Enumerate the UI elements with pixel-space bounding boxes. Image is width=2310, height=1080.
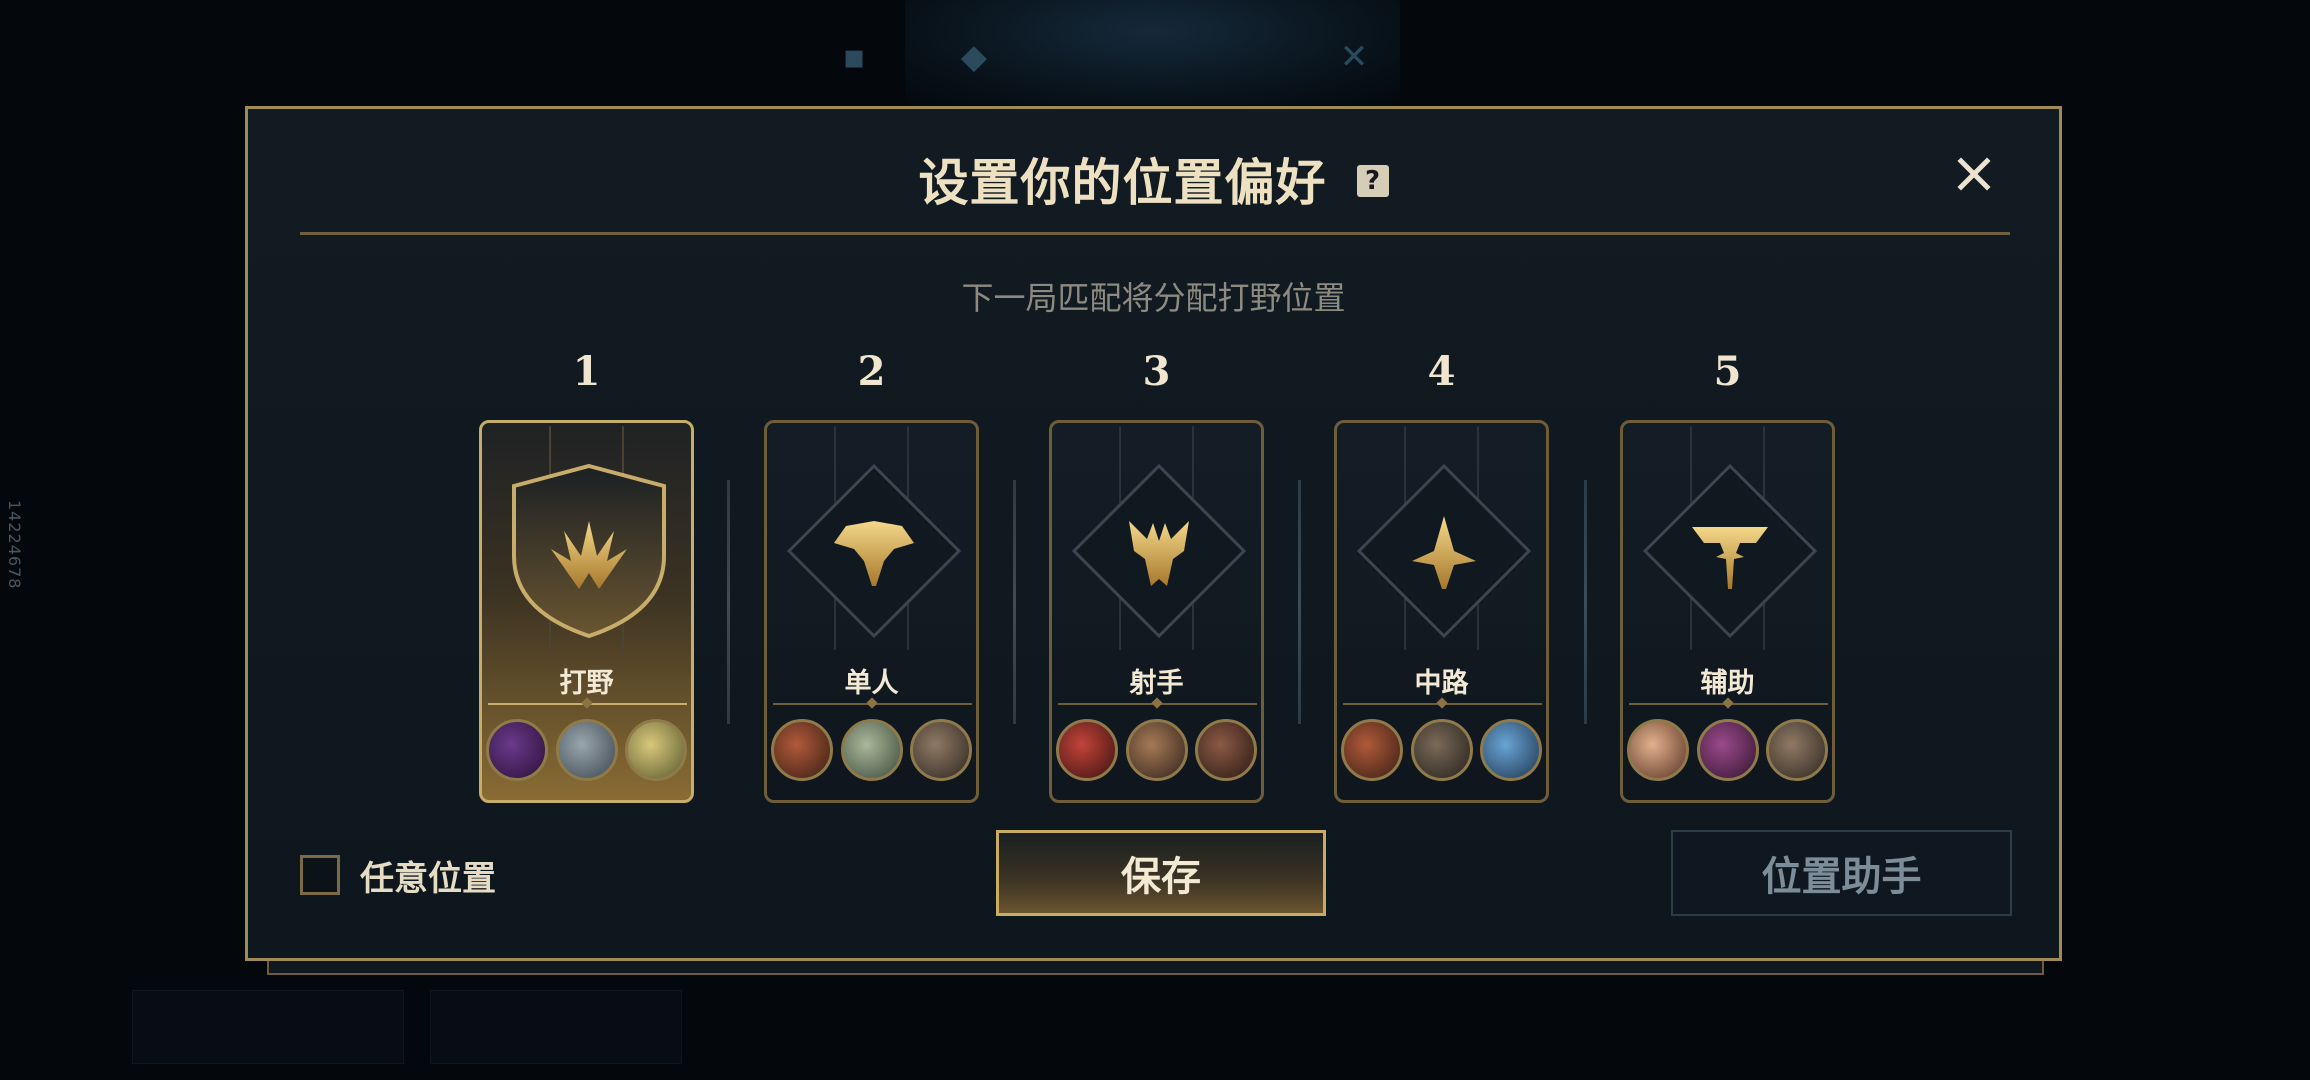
background-bottom-bar-2: [430, 990, 682, 1064]
champion-list: [486, 719, 687, 783]
slot-rank: 3: [1142, 348, 1171, 395]
role-name: 中路: [1414, 668, 1469, 699]
champion-avatar[interactable]: [840, 719, 903, 781]
top-lane-icon: [786, 463, 962, 639]
mid-lane-icon: [1356, 463, 1532, 639]
background-close-icon: ✕: [1339, 37, 1369, 77]
champion-list: [1341, 719, 1542, 783]
champion-avatar[interactable]: [1125, 719, 1188, 781]
champion-avatar[interactable]: [625, 719, 687, 781]
position-slot-5[interactable]: 5 辅助: [1620, 348, 1835, 803]
champion-avatar[interactable]: [771, 719, 833, 781]
position-slot-3[interactable]: 3 射手: [1049, 348, 1264, 803]
role-card-mid[interactable]: 中路: [1334, 420, 1549, 803]
slot-divider: [1298, 480, 1301, 724]
champion-list: [1627, 719, 1828, 783]
title-divider: [300, 232, 2010, 235]
background-lock-icon: ▪: [842, 37, 866, 77]
title-row: 设置你的位置偏好 ?: [248, 139, 2059, 219]
background-bottom-bar: [132, 990, 404, 1064]
save-button[interactable]: 保存: [996, 830, 1326, 916]
champion-list: [1056, 719, 1257, 783]
champion-avatar[interactable]: [1195, 719, 1257, 781]
position-assistant-button[interactable]: 位置助手: [1671, 830, 2012, 916]
any-position-label: 任意位置: [360, 858, 496, 899]
slot-rank: 4: [1427, 348, 1456, 395]
help-icon[interactable]: ?: [1356, 165, 1389, 197]
role-card-support[interactable]: 辅助: [1620, 420, 1835, 803]
champion-avatar[interactable]: [1696, 719, 1759, 781]
slot-rank: 5: [1713, 348, 1742, 395]
slot-rank: 2: [857, 348, 886, 395]
any-position-checkbox[interactable]: [300, 855, 340, 895]
close-icon: [1957, 157, 1991, 191]
champion-avatar[interactable]: [1056, 719, 1118, 781]
background-left-icon: ◆: [960, 37, 988, 77]
support-icon: [1642, 463, 1818, 639]
modal-base-strip: [267, 959, 2044, 975]
dialog-title: 设置你的位置偏好: [918, 154, 1327, 212]
slot-divider: [1013, 480, 1016, 724]
position-slot-1[interactable]: 1 打野: [479, 348, 694, 803]
champion-avatar[interactable]: [1480, 719, 1542, 781]
assignment-hint: 下一局匹配将分配打野位置: [961, 279, 1346, 317]
champion-avatar[interactable]: [1766, 719, 1828, 781]
champion-avatar[interactable]: [486, 719, 548, 781]
position-slot-2[interactable]: 2 单人: [764, 348, 979, 803]
role-card-top[interactable]: 单人: [764, 420, 979, 803]
champion-list: [771, 719, 972, 783]
champion-avatar[interactable]: [1341, 719, 1403, 781]
jungle-icon: [512, 463, 666, 639]
role-name: 单人: [844, 668, 899, 699]
champion-avatar[interactable]: [555, 719, 618, 781]
position-preference-dialog: 设置你的位置偏好 ? 下一局匹配将分配打野位置 1 打野 2 单人 3 射手 4…: [245, 106, 2062, 961]
champion-avatar[interactable]: [1410, 719, 1473, 781]
role-name: 辅助: [1700, 668, 1755, 699]
role-card-jungle[interactable]: 打野: [479, 420, 694, 803]
slot-divider: [1584, 480, 1587, 724]
role-name: 打野: [559, 668, 614, 699]
close-button[interactable]: [1949, 149, 1999, 199]
role-name: 射手: [1129, 668, 1184, 699]
slot-divider: [727, 480, 730, 724]
side-id-text: 14224678: [5, 500, 24, 590]
role-card-bot[interactable]: 射手: [1049, 420, 1264, 803]
any-position-toggle[interactable]: 任意位置: [300, 851, 496, 899]
champion-avatar[interactable]: [910, 719, 972, 781]
champion-avatar[interactable]: [1627, 719, 1689, 781]
bot-lane-icon: [1071, 463, 1247, 639]
position-slot-4[interactable]: 4 中路: [1334, 348, 1549, 803]
slot-rank: 1: [572, 348, 601, 395]
